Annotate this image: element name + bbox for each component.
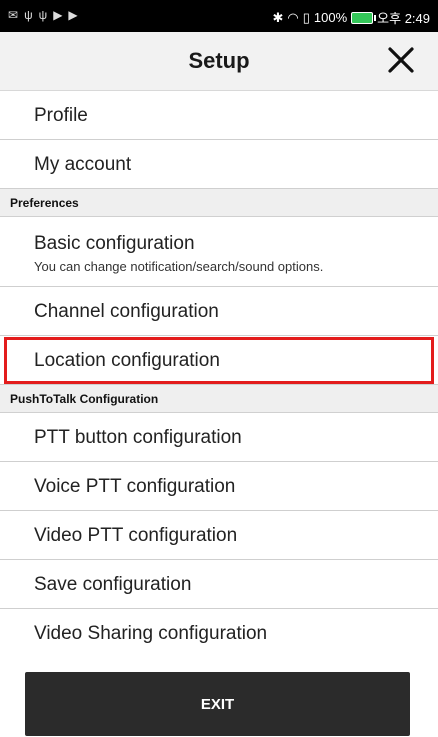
wifi-icon: ◠ bbox=[287, 9, 299, 25]
section-label: Preferences bbox=[10, 196, 79, 210]
battery-icon bbox=[351, 11, 377, 24]
list-item-my-account[interactable]: My account bbox=[0, 140, 438, 189]
section-header-ptt: PushToTalk Configuration bbox=[0, 385, 438, 413]
signal-icon: ▯ bbox=[302, 9, 310, 25]
page-title: Setup bbox=[188, 48, 250, 73]
settings-list: Profile My account Preferences Basic con… bbox=[0, 91, 438, 658]
list-item-label: PTT button configuration bbox=[34, 427, 242, 448]
list-item-profile[interactable]: Profile bbox=[0, 91, 438, 140]
list-item-location-configuration[interactable]: Location configuration bbox=[0, 336, 438, 385]
list-item-basic-configuration[interactable]: Basic configuration You can change notif… bbox=[0, 217, 438, 287]
notification-icon: ✉ bbox=[8, 8, 19, 22]
play-store-icon: ▶ bbox=[53, 8, 63, 22]
list-item-label: Video Sharing configuration bbox=[34, 623, 268, 644]
list-item-label: Save configuration bbox=[34, 574, 192, 595]
list-item-label: Video PTT configuration bbox=[34, 525, 238, 546]
play-store-icon: ▶ bbox=[68, 8, 78, 22]
exit-button[interactable]: EXIT bbox=[25, 672, 410, 736]
app-header: Setup bbox=[0, 32, 438, 91]
clock: 오후 2:49 bbox=[377, 11, 430, 26]
usb-icon: ψ bbox=[24, 8, 33, 22]
list-item-label: Profile bbox=[34, 105, 88, 126]
list-item-video-ptt-configuration[interactable]: Video PTT configuration bbox=[0, 511, 438, 560]
close-icon[interactable] bbox=[386, 45, 416, 75]
status-left-icons: ✉ ψ ψ ▶ ▶ bbox=[8, 8, 78, 22]
list-item-ptt-button-configuration[interactable]: PTT button configuration bbox=[0, 413, 438, 462]
list-item-save-configuration[interactable]: Save configuration bbox=[0, 560, 438, 609]
list-item-description: You can change notification/search/sound… bbox=[34, 259, 324, 274]
section-label: PushToTalk Configuration bbox=[10, 392, 159, 406]
list-item-voice-ptt-configuration[interactable]: Voice PTT configuration bbox=[0, 462, 438, 511]
usb-icon: ψ bbox=[38, 8, 48, 22]
list-item-label: Basic configuration bbox=[34, 233, 195, 254]
status-right: ✱ ◠ ▯ 100% 오후 2:49 bbox=[273, 8, 431, 27]
list-item-label: My account bbox=[34, 154, 132, 175]
list-item-label: Voice PTT configuration bbox=[34, 476, 236, 497]
status-bar: ✉ ψ ψ ▶ ▶ ✱ ◠ ▯ 100% 오후 2:49 bbox=[0, 0, 438, 32]
bluetooth-icon: ✱ bbox=[272, 9, 284, 25]
battery-percent: 100% bbox=[313, 10, 348, 25]
list-item-label: Channel configuration bbox=[34, 301, 219, 322]
list-item-label: Location configuration bbox=[34, 350, 220, 371]
section-header-preferences: Preferences bbox=[0, 189, 438, 217]
list-item-channel-configuration[interactable]: Channel configuration bbox=[0, 287, 438, 336]
list-item-video-sharing-configuration[interactable]: Video Sharing configuration bbox=[0, 609, 438, 658]
